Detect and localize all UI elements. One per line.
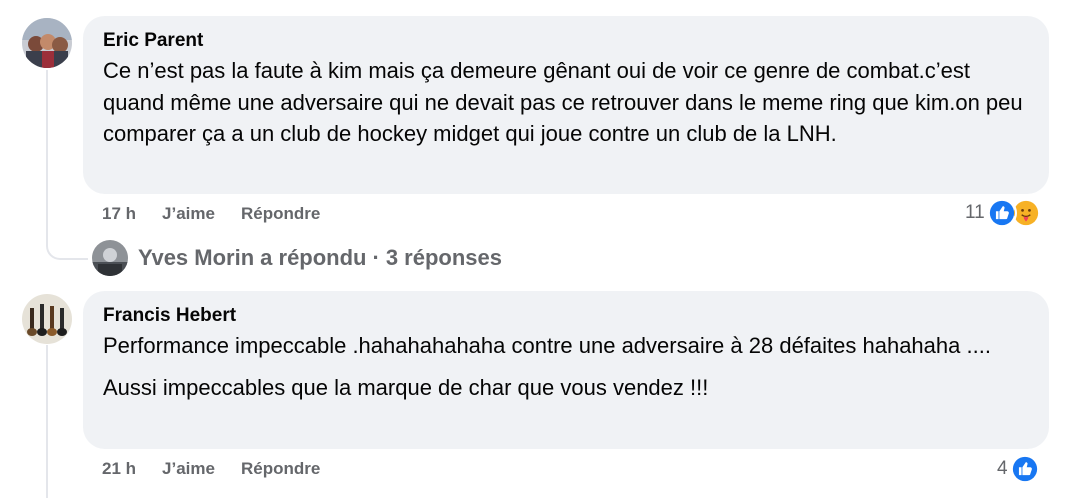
comment-actions: 17 h J’aime Répondre xyxy=(102,204,320,224)
reaction-count: 4 xyxy=(997,458,1008,479)
thread-elbow xyxy=(46,230,88,260)
reply-count: 3 réponses xyxy=(385,245,502,270)
comment-text: Performance impeccable .hahahahahaha con… xyxy=(103,333,991,358)
reply-action: a répondu xyxy=(260,245,367,270)
reply-button[interactable]: Répondre xyxy=(241,459,320,479)
reply-author: Yves Morin xyxy=(138,245,255,270)
comment-text-paragraph: Aussi impeccables que la marque de char … xyxy=(103,374,709,400)
view-replies-link[interactable]: Yves Morin a répondu · 3 réponses xyxy=(92,240,502,276)
reactions[interactable]: 4 xyxy=(997,454,1040,484)
reactions[interactable]: 11 xyxy=(965,198,1041,228)
comment-bubble: Francis Hebert Performance impeccable .h… xyxy=(83,291,1049,449)
comment-time[interactable]: 21 h xyxy=(102,459,136,479)
comment-author[interactable]: Francis Hebert xyxy=(103,305,1029,327)
comment-actions: 21 h J’aime Répondre xyxy=(102,459,320,479)
comment-bubble: Eric Parent Ce n’est pas la faute à kim … xyxy=(83,16,1049,194)
comment-time[interactable]: 17 h xyxy=(102,204,136,224)
reaction-count: 11 xyxy=(965,202,985,223)
like-icon xyxy=(986,198,1017,228)
reply-button[interactable]: Répondre xyxy=(241,204,320,224)
avatar[interactable] xyxy=(22,294,72,344)
like-button[interactable]: J’aime xyxy=(162,204,215,224)
like-icon xyxy=(1009,454,1040,484)
reply-avatar xyxy=(92,240,128,276)
reply-separator: · xyxy=(372,245,380,270)
avatar[interactable] xyxy=(22,18,72,68)
comment-author[interactable]: Eric Parent xyxy=(103,30,1029,52)
thread-line xyxy=(46,70,48,235)
comment-text: Ce n’est pas la faute à kim mais ça deme… xyxy=(103,58,1029,146)
like-button[interactable]: J’aime xyxy=(162,459,215,479)
thread-line-bottom xyxy=(46,345,48,498)
